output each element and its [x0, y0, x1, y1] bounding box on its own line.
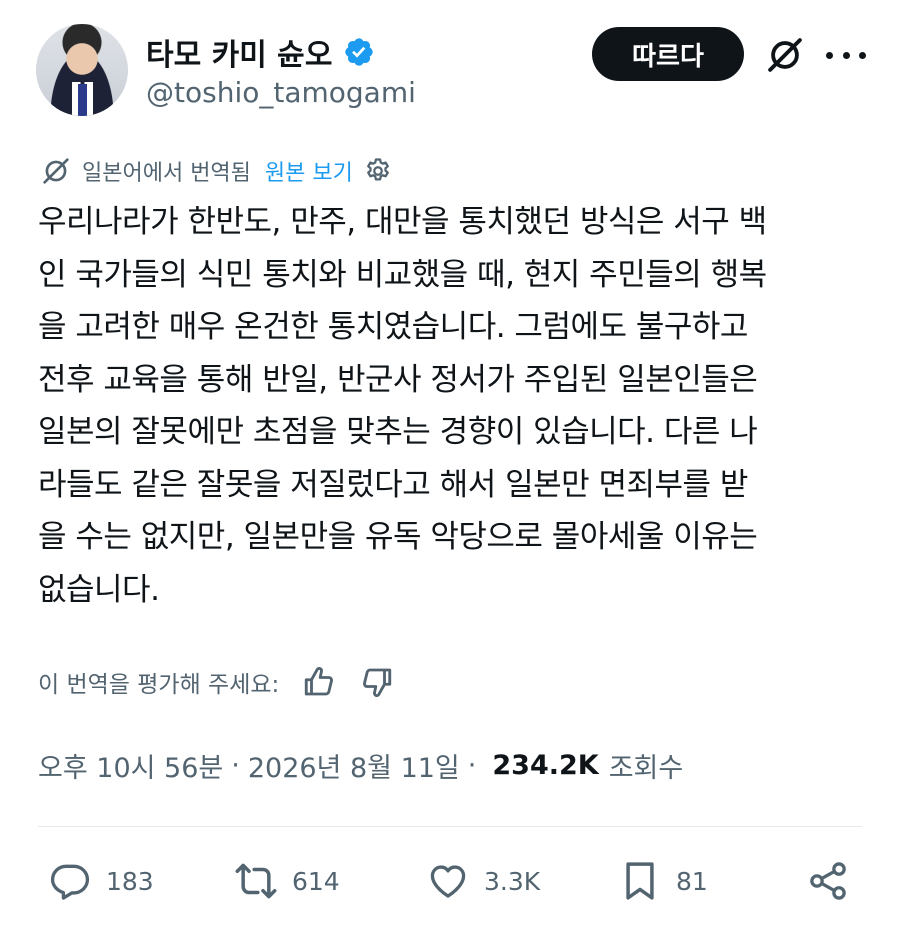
like-button[interactable]: 3.3K	[426, 854, 540, 908]
follow-button[interactable]: 따르다	[592, 27, 744, 81]
tweet-date[interactable]: 2026년 8월 11일	[248, 746, 460, 785]
tweet-line: 을 고려한 매우 온건한 통치였습니다. 그럼에도 불구하고	[38, 309, 748, 345]
bookmark-icon	[626, 862, 654, 900]
meta-separator: ·	[231, 750, 240, 781]
share-button[interactable]	[806, 854, 850, 908]
tweet-line: 우리나라가 한반도, 만주, 대만을 통치했던 방식은 서구 백	[38, 204, 767, 240]
bookmark-button[interactable]: 81	[618, 854, 708, 908]
bookmark-count: 81	[676, 866, 708, 896]
repost-icon	[235, 863, 277, 899]
view-count-label: 조회수	[608, 753, 684, 784]
avatar[interactable]	[36, 24, 128, 116]
repost-count: 614	[292, 866, 340, 896]
tweet-line: 라들도 같은 잘못을 저질렀다고 해서 일본만 면죄부를 받	[38, 466, 748, 503]
tweet-line: 전후 교육을 통해 반일, 반군사 정서가 주입된 일본인들은	[38, 361, 758, 398]
tweet-line: 을 수는 없지만, 일본만을 유독 악당으로 몰아세울 이유는	[38, 519, 758, 555]
more-dot	[859, 51, 866, 59]
heart-icon	[430, 865, 466, 898]
tweet-time[interactable]: 오후 10시 56분	[38, 746, 223, 785]
tweet-line: 일본의 잘못에만 초점을 맞추는 경향이 있습니다. 다른 나	[38, 414, 758, 450]
reply-icon	[50, 864, 90, 900]
thumbs-down-icon[interactable]	[359, 664, 395, 700]
reply-count: 183	[106, 866, 154, 896]
meta-separator: ·	[467, 750, 477, 781]
tweet-meta: 오후 10시 56분 · 2026년 8월 11일 · 234.2K 조회수	[38, 746, 683, 785]
tweet-header: 타모 카미 슌오 @toshio_tamogami 따르다	[36, 24, 866, 119]
rate-translation-label: 이 번역을 평가해 주세요:	[38, 672, 280, 698]
rate-translation-row: 이 번역을 평가해 주세요:	[38, 664, 395, 700]
more-dot	[826, 51, 833, 59]
author-display-name[interactable]: 타모 카미 슌오	[146, 30, 333, 74]
more-dot	[842, 51, 850, 59]
name-row: 타모 카미 슌오	[146, 30, 375, 74]
tweet-body: 우리나라가 한반도, 만주, 대만을 통치했던 방식은 서구 백 인 국가들의 …	[38, 196, 868, 616]
grok-translate-icon	[43, 158, 69, 184]
divider	[38, 826, 862, 827]
author-handle[interactable]: @toshio_tamogami	[146, 76, 416, 109]
verified-badge-icon	[344, 38, 373, 66]
tweet-line: 없습니다.	[38, 571, 160, 608]
action-bar: 183 614 3.3K 81	[48, 854, 858, 908]
gear-icon[interactable]	[363, 156, 393, 186]
view-count[interactable]: 234.2K	[492, 750, 598, 781]
share-icon	[810, 862, 846, 900]
reply-button[interactable]: 183	[48, 854, 154, 908]
translated-from-label: 일본어에서 번역됨	[82, 161, 251, 186]
view-original-link[interactable]: 원본 보기	[265, 155, 353, 187]
avatar-tie	[78, 84, 87, 116]
repost-button[interactable]: 614	[234, 854, 340, 908]
grok-icon[interactable]	[764, 34, 806, 76]
thumbs-up-icon[interactable]	[301, 664, 337, 700]
tweet-line: 인 국가들의 식민 통치와 비교했을 때, 현지 주민들의 행복	[38, 256, 767, 293]
more-options-icon[interactable]	[826, 40, 866, 70]
like-count: 3.3K	[484, 866, 541, 896]
translation-row: 일본어에서 번역됨 원본 보기	[40, 155, 393, 187]
